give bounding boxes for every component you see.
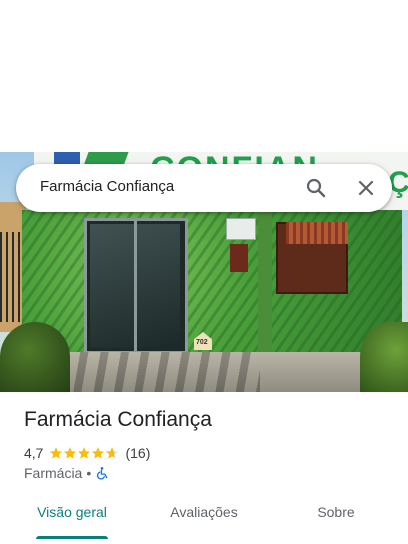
- tab-overview[interactable]: Visão geral: [0, 504, 144, 520]
- rating-stars: [49, 446, 119, 460]
- tab-reviews[interactable]: Avaliações: [132, 504, 276, 520]
- star-half-icon: [106, 447, 119, 459]
- tab-selected-indicator: [36, 536, 108, 539]
- plant-left: [0, 322, 70, 392]
- tab-about[interactable]: Sobre: [264, 504, 408, 520]
- search-input[interactable]: Farmácia Confiança: [40, 178, 174, 195]
- tab-bar: Visão geral Avaliações Sobre: [0, 496, 408, 544]
- search-bar[interactable]: Farmácia Confiança: [16, 164, 392, 212]
- window-shutter: [286, 222, 348, 244]
- close-icon[interactable]: [354, 176, 378, 200]
- separator-dot: •: [86, 465, 92, 481]
- house-number: 702: [196, 339, 208, 346]
- plant-right: [360, 322, 408, 392]
- place-title: Farmácia Confiança: [24, 408, 212, 431]
- star-icon: [64, 447, 77, 459]
- wall-box: [230, 244, 248, 272]
- door-divider: [134, 218, 137, 354]
- map-blank-area: [0, 0, 408, 152]
- search-icon[interactable]: [304, 176, 328, 200]
- wheelchair-icon: [95, 466, 109, 480]
- star-icon: [78, 447, 91, 459]
- rating-row[interactable]: 4,7 (16): [24, 444, 150, 462]
- star-icon: [92, 447, 105, 459]
- fence: [0, 232, 22, 322]
- sidewalk-shadow: [60, 352, 260, 392]
- category-row: Farmácia •: [24, 464, 109, 482]
- category-label: Farmácia: [24, 465, 83, 481]
- rating-value: 4,7: [24, 445, 44, 461]
- pillar: [258, 210, 272, 370]
- review-count[interactable]: (16): [125, 445, 150, 461]
- star-icon: [50, 447, 63, 459]
- air-conditioner: [226, 218, 256, 240]
